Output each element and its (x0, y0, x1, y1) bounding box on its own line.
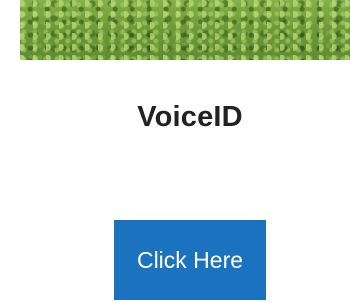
page: VoiceID Click Here (0, 0, 350, 303)
click-here-button[interactable]: Click Here (114, 220, 266, 300)
page-title: VoiceID (137, 101, 243, 133)
grass-banner-image (20, 0, 350, 60)
